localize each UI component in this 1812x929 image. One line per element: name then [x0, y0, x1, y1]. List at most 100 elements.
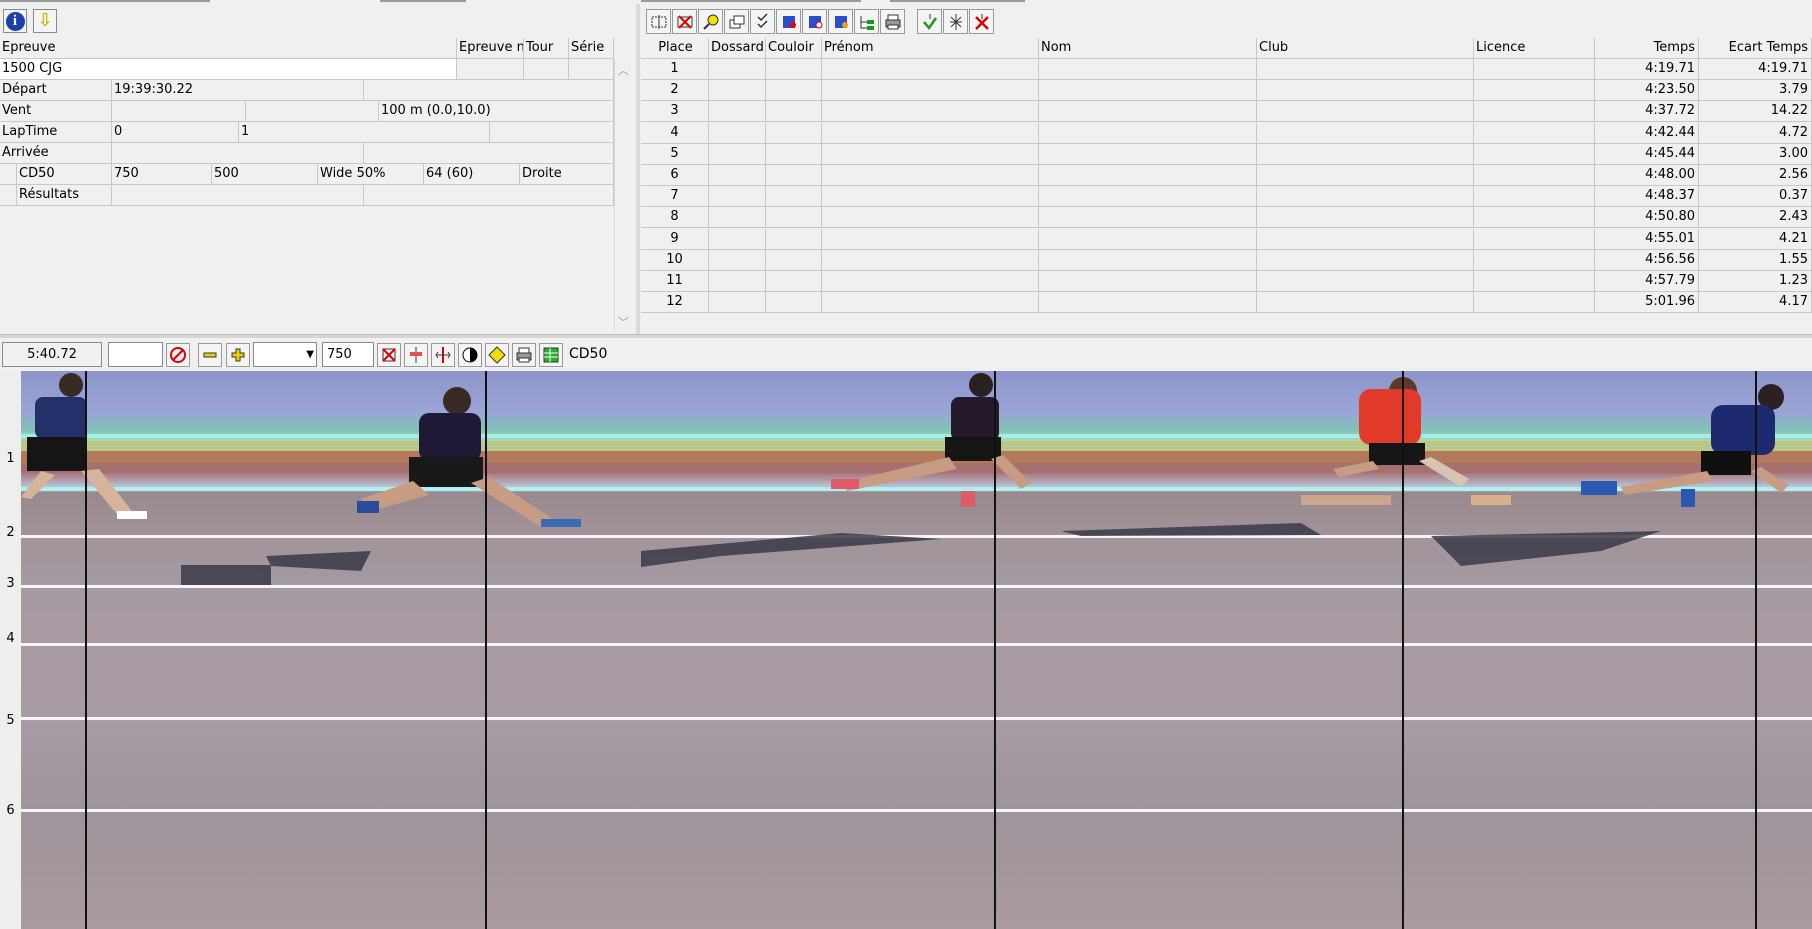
col-licence-cell[interactable] — [1474, 249, 1595, 271]
col-ecart-cell[interactable]: 14.22 — [1699, 101, 1812, 123]
col-licence-cell[interactable] — [1474, 207, 1595, 229]
col-couloir-cell[interactable] — [766, 271, 822, 292]
cd50-value-2[interactable]: 500 — [212, 164, 318, 185]
col-place-cell[interactable]: 9 — [641, 228, 709, 250]
split-button[interactable] — [943, 9, 968, 34]
col-place-cell[interactable]: 8 — [641, 207, 709, 229]
import-athlete-button[interactable] — [802, 9, 827, 34]
col-club-cell[interactable] — [1257, 292, 1474, 314]
col-licence-cell[interactable] — [1474, 186, 1595, 208]
col-nom-cell[interactable] — [1039, 101, 1257, 123]
col-dossard-header[interactable]: Dossard — [709, 38, 766, 59]
col-couloir-cell[interactable] — [766, 292, 822, 314]
col-place-cell[interactable]: 12 — [641, 292, 709, 314]
col-licence-cell[interactable] — [1474, 228, 1595, 250]
finish-time-line[interactable] — [1402, 371, 1404, 929]
remove-button[interactable] — [969, 9, 994, 34]
time-input[interactable] — [108, 342, 163, 367]
zoom-select[interactable]: ▼ — [253, 342, 317, 367]
col-ecart-cell[interactable]: 3.79 — [1699, 80, 1812, 102]
adjust-button[interactable] — [431, 343, 455, 367]
col-nom-cell[interactable] — [1039, 292, 1257, 314]
col-temps-cell[interactable]: 4:45.44 — [1595, 143, 1699, 165]
col-prenom-cell[interactable] — [822, 249, 1039, 271]
col-couloir-cell[interactable] — [766, 143, 822, 165]
col-dossard-cell[interactable] — [709, 186, 766, 208]
col-couloir-cell[interactable] — [766, 101, 822, 123]
edit-athlete-button[interactable] — [776, 9, 801, 34]
col-prenom-cell[interactable] — [822, 186, 1039, 208]
col-licence-cell[interactable] — [1474, 165, 1595, 186]
col-couloir-cell[interactable] — [766, 207, 822, 229]
col-ecart-cell[interactable]: 1.55 — [1699, 249, 1812, 271]
cd50-value-3[interactable]: Wide 50% — [318, 164, 424, 185]
col-nom-cell[interactable] — [1039, 228, 1257, 250]
col-place-cell[interactable]: 11 — [641, 271, 709, 292]
col-licence-cell[interactable] — [1474, 59, 1595, 80]
col-club-cell[interactable] — [1257, 228, 1474, 250]
col-licence-cell[interactable] — [1474, 101, 1595, 123]
arrivee-value[interactable] — [112, 143, 364, 164]
col-nom-cell[interactable] — [1039, 207, 1257, 229]
zoom-in-button[interactable] — [226, 343, 250, 367]
col-couloir-cell[interactable] — [766, 228, 822, 250]
col-place-header[interactable]: Place — [641, 38, 709, 59]
col-place-cell[interactable]: 7 — [641, 186, 709, 208]
serie-field[interactable] — [569, 59, 614, 80]
laptime-value-1[interactable]: 0 — [112, 122, 239, 143]
select-all-button[interactable] — [646, 9, 671, 34]
col-club-cell[interactable] — [1257, 143, 1474, 165]
col-ecart-cell[interactable]: 4.21 — [1699, 228, 1812, 250]
col-prenom-cell[interactable] — [822, 207, 1039, 229]
col-temps-cell[interactable]: 4:23.50 — [1595, 80, 1699, 102]
col-nom-header[interactable]: Nom — [1039, 38, 1257, 59]
laptime-value-2[interactable]: 1 — [239, 122, 490, 143]
finish-time-line[interactable] — [1755, 371, 1757, 929]
contrast-button[interactable] — [458, 343, 482, 367]
col-club-cell[interactable] — [1257, 271, 1474, 292]
scroll-down-icon[interactable]: ﹀ — [618, 314, 629, 330]
col-nom-cell[interactable] — [1039, 143, 1257, 165]
finish-time-line[interactable] — [485, 371, 487, 929]
col-nom-cell[interactable] — [1039, 165, 1257, 186]
col-dossard-cell[interactable] — [709, 59, 766, 80]
col-dossard-cell[interactable] — [709, 271, 766, 292]
col-prenom-cell[interactable] — [822, 143, 1039, 165]
col-licence-cell[interactable] — [1474, 143, 1595, 165]
col-club-cell[interactable] — [1257, 80, 1474, 102]
photocell-button[interactable] — [404, 343, 428, 367]
col-club-cell[interactable] — [1257, 101, 1474, 123]
col-place-cell[interactable]: 1 — [641, 59, 709, 80]
col-ecart-cell[interactable]: 1.23 — [1699, 271, 1812, 292]
resultats-value[interactable] — [112, 185, 364, 206]
print-image-button[interactable] — [512, 343, 536, 367]
col-ecart-cell[interactable]: 2.56 — [1699, 165, 1812, 186]
col-ecart-cell[interactable]: 4.72 — [1699, 122, 1812, 144]
col-ecart-header[interactable]: Ecart Temps — [1699, 38, 1812, 59]
tour-field[interactable] — [524, 59, 569, 80]
col-temps-cell[interactable]: 4:37.72 — [1595, 101, 1699, 123]
col-club-cell[interactable] — [1257, 59, 1474, 80]
zoom-out-button[interactable] — [198, 343, 222, 367]
col-place-cell[interactable]: 6 — [641, 165, 709, 186]
vertical-splitter[interactable] — [636, 4, 640, 334]
col-nom-cell[interactable] — [1039, 59, 1257, 80]
horizontal-splitter[interactable] — [0, 334, 1812, 338]
col-prenom-cell[interactable] — [822, 271, 1039, 292]
col-nom-cell[interactable] — [1039, 249, 1257, 271]
brightness-button[interactable] — [485, 343, 509, 367]
col-licence-header[interactable]: Licence — [1474, 38, 1595, 59]
cd50-value-1[interactable]: 750 — [112, 164, 212, 185]
col-temps-cell[interactable]: 5:01.96 — [1595, 292, 1699, 314]
reset-image-button[interactable] — [377, 343, 401, 367]
vent-field-1[interactable] — [112, 101, 246, 122]
col-couloir-cell[interactable] — [766, 165, 822, 186]
col-temps-cell[interactable]: 4:42.44 — [1595, 122, 1699, 144]
col-temps-header[interactable]: Temps — [1595, 38, 1699, 59]
col-ecart-cell[interactable]: 4.17 — [1699, 292, 1812, 314]
info-button[interactable]: i — [3, 9, 27, 33]
col-dossard-cell[interactable] — [709, 122, 766, 144]
col-licence-cell[interactable] — [1474, 271, 1595, 292]
col-dossard-cell[interactable] — [709, 143, 766, 165]
delete-selection-button[interactable] — [672, 9, 697, 34]
